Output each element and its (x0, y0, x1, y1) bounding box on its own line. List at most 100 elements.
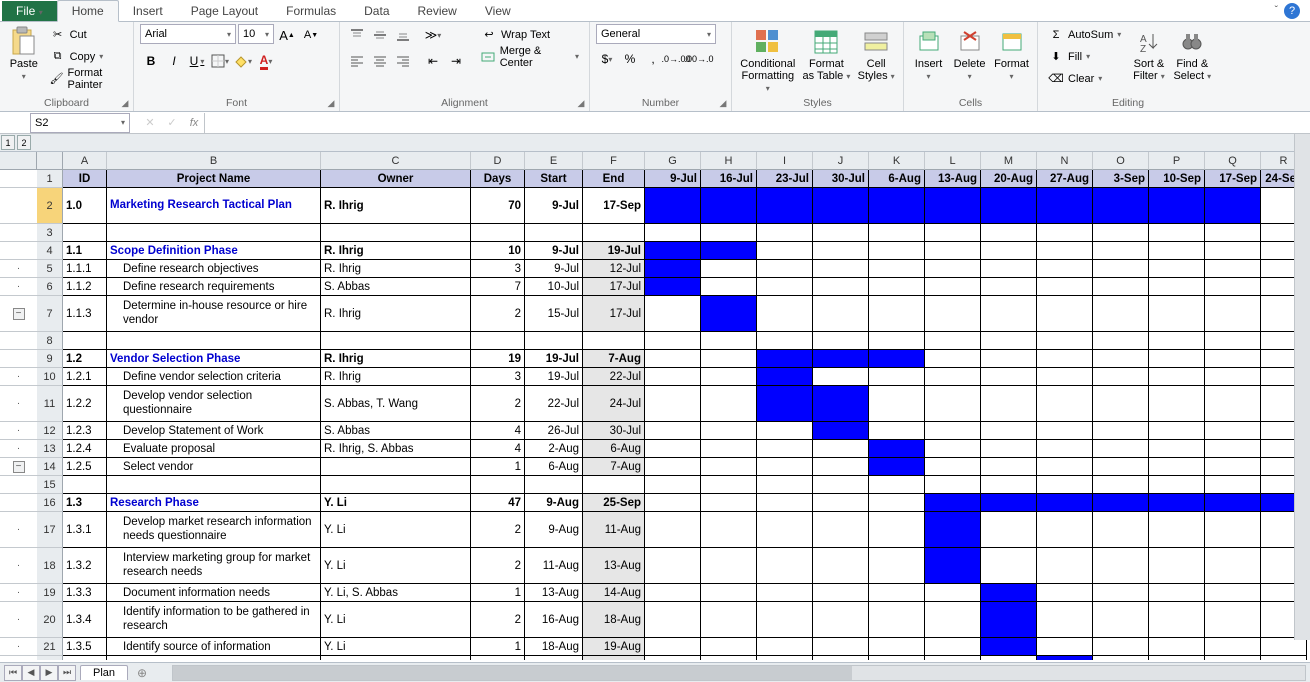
cell[interactable] (583, 476, 645, 494)
cell[interactable]: 3 (471, 368, 525, 386)
cell[interactable] (757, 224, 813, 242)
cell[interactable] (525, 476, 583, 494)
cell[interactable]: Y. Li (321, 548, 471, 584)
cell[interactable]: Develop vendor selection questionnaire (107, 386, 321, 422)
cell[interactable] (701, 656, 757, 660)
cell[interactable]: Develop Statement of Work (107, 422, 321, 440)
tab-review[interactable]: Review (404, 1, 471, 21)
cell[interactable] (925, 332, 981, 350)
delete-cells-button[interactable]: Delete▾ (951, 24, 988, 82)
font-size-picker[interactable]: 10▾ (238, 24, 274, 44)
cell[interactable]: 4 (471, 422, 525, 440)
cell[interactable]: R. Ihrig (321, 260, 471, 278)
cell[interactable]: Identify research method (primary or sec… (107, 656, 321, 660)
cell[interactable]: 16-Jul (701, 170, 757, 188)
cell[interactable]: 1.3 (63, 494, 107, 512)
decrease-decimal-button[interactable]: .00→.0 (688, 48, 710, 70)
cell[interactable] (1093, 296, 1149, 332)
cell[interactable] (1093, 332, 1149, 350)
cell[interactable]: 9-Jul (525, 242, 583, 260)
cell[interactable]: 10 (471, 242, 525, 260)
font-dialog-launcher[interactable]: ◢ (325, 97, 337, 109)
column-header-A[interactable]: A (63, 152, 107, 170)
cell[interactable]: 17-Sep (1205, 170, 1261, 188)
cell[interactable] (813, 296, 869, 332)
cell[interactable]: 20-Aug (981, 170, 1037, 188)
cell[interactable]: Project Name (107, 170, 321, 188)
cell[interactable] (645, 494, 701, 512)
cell[interactable] (981, 278, 1037, 296)
cell[interactable] (1093, 242, 1149, 260)
cell[interactable]: 18-Aug (525, 638, 583, 656)
cell[interactable] (757, 440, 813, 458)
outline-level-2[interactable]: 2 (17, 135, 31, 150)
row-header[interactable]: 15 (37, 476, 63, 494)
grid[interactable]: 1IDProject NameOwnerDaysStartEnd9-Jul16-… (0, 170, 1310, 660)
cell[interactable] (1037, 638, 1093, 656)
cell[interactable]: 3-Sep (1093, 170, 1149, 188)
cell[interactable]: 15-Jul (525, 296, 583, 332)
cell[interactable] (1149, 188, 1205, 224)
cell[interactable] (645, 602, 701, 638)
align-bottom-button[interactable] (392, 24, 414, 46)
cell[interactable] (1037, 332, 1093, 350)
cell[interactable] (1205, 512, 1261, 548)
cell[interactable] (701, 548, 757, 584)
cell[interactable] (645, 422, 701, 440)
cell[interactable]: 9-Aug (525, 494, 583, 512)
cell[interactable] (813, 260, 869, 278)
cell[interactable]: 1.0 (63, 188, 107, 224)
alignment-dialog-launcher[interactable]: ◢ (575, 97, 587, 109)
row-header[interactable]: 19 (37, 584, 63, 602)
font-name-picker[interactable]: Arial▾ (140, 24, 236, 44)
cell[interactable] (1261, 656, 1307, 660)
cell[interactable] (645, 458, 701, 476)
cell[interactable]: 17-Jul (583, 278, 645, 296)
cell[interactable] (981, 548, 1037, 584)
cell[interactable] (813, 350, 869, 368)
cell[interactable] (981, 242, 1037, 260)
cell[interactable]: 9-Jul (645, 170, 701, 188)
cell[interactable] (1037, 188, 1093, 224)
cell[interactable] (869, 602, 925, 638)
row-header[interactable]: 20 (37, 602, 63, 638)
minimize-ribbon-icon[interactable]: ˇ (1275, 5, 1278, 16)
cell[interactable] (701, 458, 757, 476)
cell[interactable]: 2 (471, 296, 525, 332)
cell[interactable]: 1.2.3 (63, 422, 107, 440)
cell[interactable]: 19-Jul (525, 350, 583, 368)
cell[interactable] (757, 494, 813, 512)
cell[interactable] (813, 278, 869, 296)
cell[interactable] (869, 512, 925, 548)
cell[interactable] (1149, 260, 1205, 278)
column-header-N[interactable]: N (1037, 152, 1093, 170)
tab-view[interactable]: View (471, 1, 525, 21)
cell[interactable]: 30-Jul (813, 170, 869, 188)
cell[interactable]: Research Phase (107, 494, 321, 512)
cell[interactable] (981, 440, 1037, 458)
cell[interactable] (583, 224, 645, 242)
cell[interactable] (321, 476, 471, 494)
row-header[interactable]: 11 (37, 386, 63, 422)
row-header[interactable]: 8 (37, 332, 63, 350)
cell[interactable] (583, 332, 645, 350)
cell[interactable]: 19-Jul (525, 368, 583, 386)
copy-button[interactable]: ⧉Copy ▾ (46, 46, 127, 67)
cell[interactable] (701, 332, 757, 350)
cell[interactable]: 1.2.4 (63, 440, 107, 458)
cell[interactable] (1205, 440, 1261, 458)
cell[interactable] (1205, 224, 1261, 242)
cell[interactable] (1093, 278, 1149, 296)
cell[interactable] (869, 368, 925, 386)
cell[interactable] (869, 458, 925, 476)
cell[interactable] (813, 656, 869, 660)
cell[interactable] (757, 602, 813, 638)
column-header-E[interactable]: E (525, 152, 583, 170)
row-header[interactable]: 14 (37, 458, 63, 476)
cell[interactable] (1093, 584, 1149, 602)
cell[interactable] (701, 368, 757, 386)
cell[interactable] (645, 386, 701, 422)
vertical-scrollbar[interactable] (1294, 134, 1310, 640)
cell[interactable] (981, 368, 1037, 386)
cell[interactable] (925, 224, 981, 242)
